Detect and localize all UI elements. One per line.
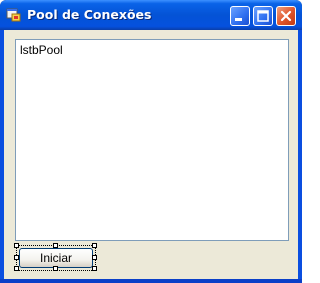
resize-handle-top-left[interactable] (14, 243, 19, 248)
resize-handle-bottom-left[interactable] (14, 266, 19, 271)
close-icon (280, 10, 292, 22)
resize-handle-right[interactable] (92, 255, 97, 260)
resize-handle-top-right[interactable] (92, 243, 97, 248)
button-selection-frame: Iniciar (14, 243, 97, 271)
form-client-area: lstbPool Iniciar (4, 30, 298, 279)
resize-handle-top[interactable] (53, 243, 58, 248)
resize-handle-bottom-right[interactable] (92, 266, 97, 271)
maximize-button[interactable] (253, 6, 273, 26)
close-button[interactable] (276, 6, 296, 26)
window-frame-right[interactable] (298, 30, 302, 283)
maximize-icon (257, 10, 269, 22)
window-frame-bottom[interactable] (0, 279, 302, 283)
pool-listbox[interactable]: lstbPool (15, 39, 289, 241)
minimize-button[interactable] (230, 6, 250, 26)
start-button[interactable]: Iniciar (19, 248, 93, 268)
resize-handle-bottom[interactable] (53, 266, 58, 271)
minimize-icon (235, 18, 242, 21)
app-icon[interactable] (6, 7, 22, 23)
resize-handle-left[interactable] (14, 255, 19, 260)
title-bar[interactable]: Pool de Conexões (0, 0, 302, 30)
designer-window: Pool de Conexões lstbPool Iniciar (0, 0, 302, 283)
listbox-control-name: lstbPool (20, 43, 63, 57)
window-title: Pool de Conexões (27, 7, 152, 22)
